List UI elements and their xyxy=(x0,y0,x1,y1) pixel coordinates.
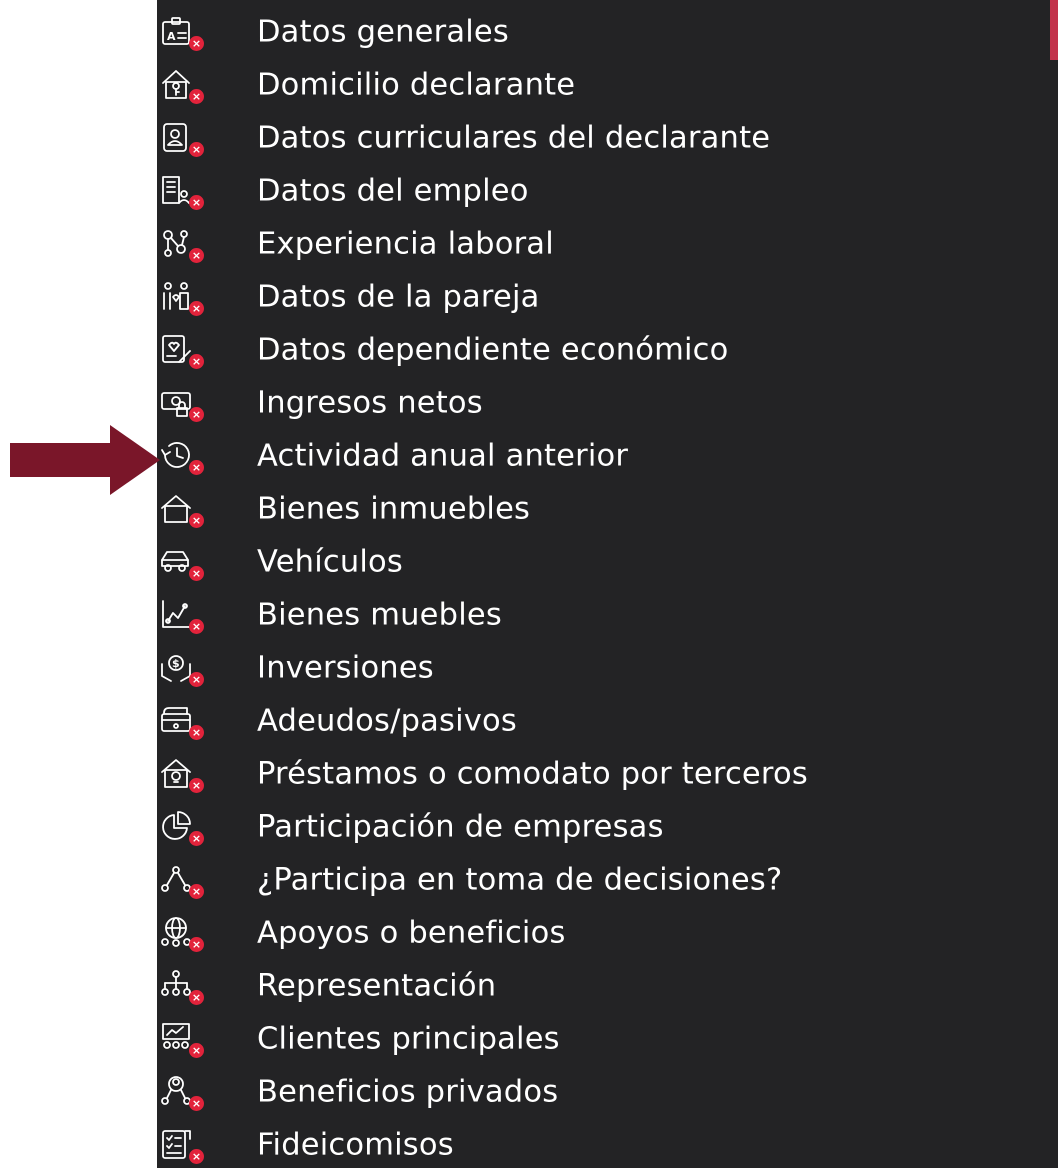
sidebar-item-icon-wrap: × xyxy=(159,226,204,263)
sidebar-item-label: Representación xyxy=(257,968,497,1003)
incomplete-status-icon: × xyxy=(189,565,204,581)
svg-text:A: A xyxy=(167,30,176,43)
sidebar-item-datos-dependiente-economico[interactable]: × Datos dependiente económico xyxy=(157,323,728,376)
sidebar-item-label: Clientes principales xyxy=(257,1021,560,1056)
sidebar-item-apoyos-o-beneficios[interactable]: × Apoyos o beneficios xyxy=(157,906,565,959)
sidebar-item-label: Datos del empleo xyxy=(257,173,529,208)
sidebar-item-label: Fideicomisos xyxy=(257,1127,454,1162)
incomplete-status-icon: × xyxy=(189,194,204,210)
sidebar-item-label: Apoyos o beneficios xyxy=(257,915,566,950)
sidebar-item-label: Domicilio declarante xyxy=(257,67,576,102)
sidebar-item-label: ¿Participa en toma de decisiones? xyxy=(257,862,783,897)
sidebar-item-label: Vehículos xyxy=(257,544,403,579)
sidebar-item-icon-wrap: × xyxy=(159,862,204,899)
sidebar-item-bienes-inmuebles[interactable]: × Bienes inmuebles xyxy=(157,482,530,535)
sidebar-item-label: Actividad anual anterior xyxy=(257,438,629,473)
sidebar-item-label: Bienes muebles xyxy=(257,597,502,632)
sidebar-item-icon-wrap: × xyxy=(159,438,204,475)
sidebar-item-vehiculos[interactable]: × Vehículos xyxy=(157,535,403,588)
sidebar-item-representacion[interactable]: × Representación xyxy=(157,959,496,1012)
sidebar-item-datos-del-empleo[interactable]: × Datos del empleo xyxy=(157,164,528,217)
incomplete-status-icon: × xyxy=(189,35,204,51)
incomplete-status-icon: × xyxy=(189,1148,204,1164)
incomplete-status-icon: × xyxy=(189,141,204,157)
sidebar-item-icon-wrap: × xyxy=(159,385,204,422)
sidebar-item-label: Inversiones xyxy=(257,650,434,685)
sidebar-item-icon-wrap: × xyxy=(159,968,204,1005)
sidebar-item-icon-wrap: × xyxy=(159,756,204,793)
incomplete-status-icon: × xyxy=(189,1042,204,1058)
sidebar-item-beneficios-privados[interactable]: × Beneficios privados xyxy=(157,1065,558,1118)
sidebar-item-label: Datos generales xyxy=(257,14,509,49)
sidebar-item-label: Bienes inmuebles xyxy=(257,491,531,526)
sidebar-item-participa-en-toma-de-decisiones[interactable]: × ¿Participa en toma de decisiones? xyxy=(157,853,782,906)
incomplete-status-icon: × xyxy=(189,830,204,846)
sidebar-item-bienes-muebles[interactable]: × Bienes muebles xyxy=(157,588,502,641)
sidebar-item-clientes-principales[interactable]: × Clientes principales xyxy=(157,1012,560,1065)
sidebar-item-icon-wrap: × xyxy=(159,1021,204,1058)
sidebar-item-adeudos-pasivos[interactable]: × Adeudos/pasivos xyxy=(157,694,517,747)
sidebar-item-icon-wrap: × xyxy=(159,809,204,846)
sidebar-item-fideicomisos[interactable]: × Fideicomisos xyxy=(157,1118,454,1171)
sidebar-item-icon-wrap: A × xyxy=(159,14,204,51)
sidebar-item-ingresos-netos[interactable]: × Ingresos netos xyxy=(157,376,483,429)
sidebar-item-label: Experiencia laboral xyxy=(257,226,554,261)
sidebar-item-icon-wrap: × xyxy=(159,1127,204,1164)
sidebar-item-icon-wrap: $ × xyxy=(159,650,204,687)
sidebar-item-label: Datos curriculares del declarante xyxy=(257,120,771,155)
sidebar-item-label: Datos de la pareja xyxy=(257,279,540,314)
sidebar-item-label: Préstamos o comodato por terceros xyxy=(257,756,808,791)
sidebar-item-icon-wrap: × xyxy=(159,279,204,316)
sidebar-item-icon-wrap: × xyxy=(159,597,204,634)
incomplete-status-icon: × xyxy=(189,777,204,793)
sidebar-item-icon-wrap: × xyxy=(159,1074,204,1111)
incomplete-status-icon: × xyxy=(189,512,204,528)
sidebar-item-label: Participación de empresas xyxy=(257,809,664,844)
incomplete-status-icon: × xyxy=(189,300,204,316)
sidebar-item-icon-wrap: × xyxy=(159,703,204,740)
sidebar-item-label: Adeudos/pasivos xyxy=(257,703,517,738)
incomplete-status-icon: × xyxy=(189,353,204,369)
incomplete-status-icon: × xyxy=(189,406,204,422)
sidebar-item-icon-wrap: × xyxy=(159,332,204,369)
sidebar-item-participacion-de-empresas[interactable]: × Participación de empresas xyxy=(157,800,663,853)
sidebar-item-label: Datos dependiente económico xyxy=(257,332,729,367)
sidebar-item-domicilio-declarante[interactable]: × Domicilio declarante xyxy=(157,58,575,111)
sidebar-item-datos-de-la-pareja[interactable]: × Datos de la pareja xyxy=(157,270,539,323)
incomplete-status-icon: × xyxy=(189,883,204,899)
sidebar-item-icon-wrap: × xyxy=(159,173,204,210)
sidebar-menu: A × Datos generales × Domicilio declarante × D… xyxy=(157,5,808,1171)
sidebar-item-label: Ingresos netos xyxy=(257,385,483,420)
sidebar-item-datos-curriculares-del-declarante[interactable]: × Datos curriculares del declarante xyxy=(157,111,770,164)
sidebar-item-inversiones[interactable]: $ × Inversiones xyxy=(157,641,434,694)
sidebar-item-experiencia-laboral[interactable]: × Experiencia laboral xyxy=(157,217,554,270)
sidebar-item-icon-wrap: × xyxy=(159,915,204,952)
incomplete-status-icon: × xyxy=(189,88,204,104)
sidebar-item-icon-wrap: × xyxy=(159,120,204,157)
scroll-accent-bar xyxy=(1050,0,1058,60)
incomplete-status-icon: × xyxy=(189,618,204,634)
sidebar-item-label: Beneficios privados xyxy=(257,1074,559,1109)
sidebar-item-datos-generales[interactable]: A × Datos generales xyxy=(157,5,509,58)
sidebar-item-icon-wrap: × xyxy=(159,491,204,528)
sidebar-item-icon-wrap: × xyxy=(159,67,204,104)
incomplete-status-icon: × xyxy=(189,724,204,740)
incomplete-status-icon: × xyxy=(189,989,204,1005)
sidebar-item-actividad-anual-anterior[interactable]: × Actividad anual anterior xyxy=(157,429,628,482)
sidebar-item-icon-wrap: × xyxy=(159,544,204,581)
incomplete-status-icon: × xyxy=(189,459,204,475)
sidebar-item-prestamos-o-comodato-por-terceros[interactable]: × Préstamos o comodato por terceros xyxy=(157,747,808,800)
pointer-arrow xyxy=(10,425,160,495)
incomplete-status-icon: × xyxy=(189,247,204,263)
svg-text:$: $ xyxy=(172,657,180,670)
incomplete-status-icon: × xyxy=(189,671,204,687)
incomplete-status-icon: × xyxy=(189,1095,204,1111)
incomplete-status-icon: × xyxy=(189,936,204,952)
